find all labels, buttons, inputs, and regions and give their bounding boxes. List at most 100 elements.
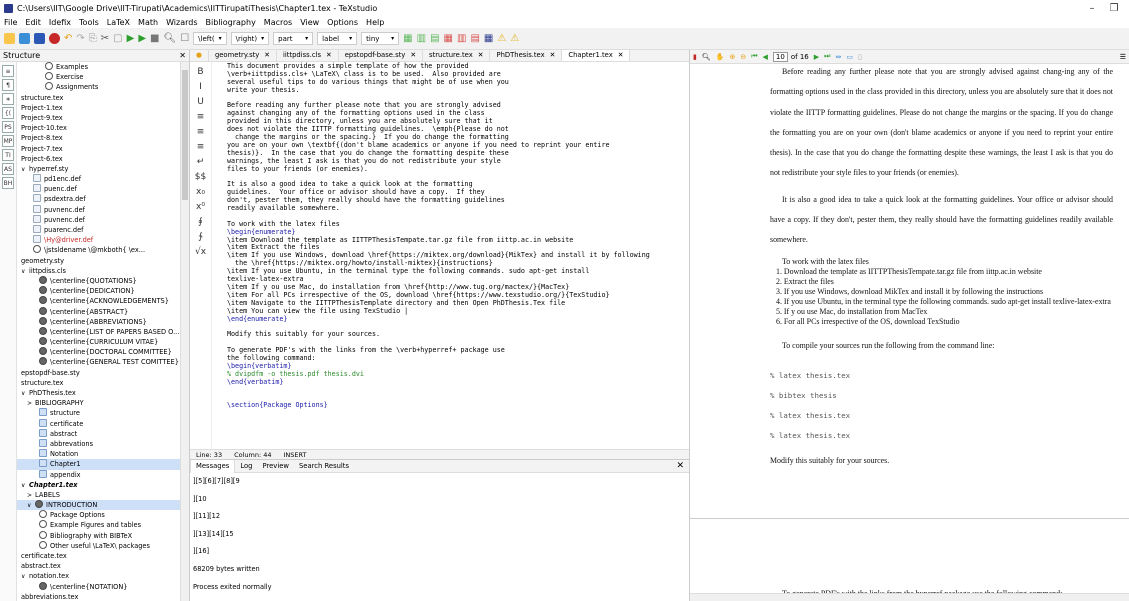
structure-scrollbar[interactable] [180, 62, 189, 601]
tab-search-results[interactable]: Search Results [294, 460, 354, 473]
menu-view[interactable]: View [300, 18, 319, 27]
menu-bibliography[interactable]: Bibliography [206, 18, 256, 27]
format-icon[interactable]: U [194, 95, 208, 109]
fit-page-icon[interactable]: ▭ [846, 53, 853, 61]
chevron-down-icon[interactable]: ∨ [21, 267, 29, 276]
menu-help[interactable]: Help [366, 18, 384, 27]
tree-item[interactable]: abstract [17, 428, 180, 439]
format-icon[interactable]: ↵ [194, 155, 208, 169]
tree-item[interactable]: puenc.def [17, 184, 180, 194]
paste-icon[interactable]: ▢ [113, 32, 122, 46]
format-icon[interactable]: x₀ [194, 185, 208, 199]
tree-item[interactable]: ∨ Chapter1.tex [17, 480, 180, 490]
editor-tab[interactable]: geometry.sty ✕ [209, 50, 277, 61]
editor-tab[interactable]: epstopdf-base.sty ✕ [339, 50, 424, 61]
editor-tab[interactable]: PhDThesis.tex ✕ [490, 50, 563, 61]
editor-tab[interactable]: structure.tex ✕ [423, 50, 491, 61]
first-page-icon[interactable]: ⏮ [751, 52, 757, 61]
pdf-scrollbar[interactable] [690, 593, 1129, 601]
tree-item[interactable]: Package Options [17, 510, 180, 520]
chevron-down-icon[interactable]: ∨ [21, 389, 29, 398]
side-tool-icon[interactable]: TI [2, 149, 14, 161]
pdf-page[interactable]: Before reading any further please note t… [690, 64, 1129, 601]
tree-item[interactable]: epstopdf-base.sty [17, 368, 180, 378]
table-icon[interactable]: ▦ [403, 32, 412, 46]
chevron-down-icon[interactable]: ∨ [21, 165, 29, 174]
chevron-down-icon[interactable]: ∨ [21, 572, 29, 581]
tree-item[interactable]: \centerline{GENERAL TEST COMITTEE} [17, 357, 180, 367]
tree-item[interactable]: > BIBLIOGRAPHY [17, 398, 180, 408]
menu-file[interactable]: File [4, 18, 17, 27]
save-icon[interactable] [34, 32, 45, 46]
tree-item[interactable]: Other useful \LaTeX\ packages [17, 540, 180, 551]
editor-tab[interactable]: Chapter1.tex ✕ [562, 50, 631, 61]
tree-item[interactable]: structure [17, 408, 180, 418]
spell-icon[interactable]: ☐ [180, 32, 189, 46]
tree-item[interactable]: Project-10.tex [17, 123, 180, 133]
format-icon[interactable]: B [194, 65, 208, 79]
close-icon[interactable]: ✕ [410, 51, 416, 59]
tree-item[interactable]: \centerline{DOCTORAL COMMITTEE} [17, 347, 180, 357]
new-file-icon[interactable] [4, 32, 15, 46]
tree-item[interactable]: Project-1.tex [17, 103, 180, 113]
compile-run-icon[interactable]: ▶ [127, 32, 135, 46]
tab-list-icon[interactable]: ● [190, 50, 209, 61]
tree-item[interactable]: Chapter1 [17, 459, 180, 470]
tree-item[interactable]: puvnenc.def [17, 204, 180, 215]
format-icon[interactable]: x⁰ [194, 200, 208, 214]
tree-item[interactable]: ∨ notation.tex [17, 571, 180, 581]
tree-item[interactable]: pd1enc.def [17, 174, 180, 184]
format-icon[interactable]: √x [194, 245, 208, 259]
side-tool-icon[interactable]: PS [2, 121, 14, 133]
close-file-icon[interactable] [49, 32, 60, 46]
tree-item[interactable]: Project-9.tex [17, 113, 180, 123]
sectioning-dropdown[interactable]: part ▾ [273, 32, 314, 45]
side-tool-icon[interactable]: ≡ [2, 65, 14, 77]
tree-item[interactable]: structure.tex [17, 93, 180, 103]
tree-item[interactable]: ∨ PhDThesis.tex [17, 388, 180, 398]
format-icon[interactable]: $$ [194, 170, 208, 184]
code-editor[interactable]: This document provides a simple template… [224, 62, 689, 449]
split-icon[interactable]: ▯ [858, 53, 862, 61]
reference-dropdown[interactable]: label ▾ [317, 32, 358, 45]
tree-item[interactable]: abbrevations [17, 438, 180, 449]
zoom-in-icon[interactable]: ⊕ [729, 53, 735, 61]
table-delete-icon[interactable]: ▦ [444, 32, 453, 46]
column-delete-icon[interactable]: ▥ [457, 32, 466, 46]
column-icon[interactable]: ▥ [417, 32, 426, 46]
tree-item[interactable]: Bibliography with BIBTeX [17, 530, 180, 541]
left-delimiter-dropdown[interactable]: \left(▾ [193, 32, 227, 45]
tree-item[interactable]: Project-6.tex [17, 154, 180, 164]
tree-item[interactable]: \centerline{ABSTRACT} [17, 306, 180, 317]
side-tool-icon[interactable]: {( [2, 107, 14, 119]
format-icon[interactable]: I [194, 80, 208, 94]
tree-item[interactable]: ∨ hyperref.sty [17, 164, 180, 174]
pdf-icon[interactable]: ▮ [693, 53, 697, 61]
tree-item[interactable]: \centerline{LIST OF PAPERS BASED O... [17, 326, 180, 337]
menu-latex[interactable]: LaTeX [107, 18, 130, 27]
tree-item[interactable]: Assignments [17, 82, 180, 92]
close-icon[interactable]: ✕ [676, 461, 684, 471]
row-delete-icon[interactable]: ▤ [470, 32, 479, 46]
redo-icon[interactable]: ↷ [76, 32, 84, 46]
tree-item[interactable]: \centerline{DEDICATION} [17, 286, 180, 296]
tree-item[interactable]: puarenc.def [17, 225, 180, 235]
zoom-icon[interactable]: 🔍︎ [702, 53, 711, 61]
scrollbar-thumb[interactable] [182, 70, 188, 200]
close-icon[interactable]: ✕ [264, 51, 270, 59]
tree-item[interactable]: certificate.tex [17, 551, 180, 561]
side-tool-icon[interactable]: ¶ [2, 79, 14, 91]
tree-item[interactable]: \centerline{CURRICULUM VITAE} [17, 337, 180, 347]
tree-item[interactable]: \centerline{ACKNOWLEDGEMENTS} [17, 296, 180, 306]
zoom-out-icon[interactable]: ⊖ [740, 53, 746, 61]
tab-preview[interactable]: Preview [257, 460, 293, 473]
fit-width-icon[interactable]: ⇔ [835, 53, 841, 61]
tree-item[interactable]: > LABELS [17, 490, 180, 500]
minimize-icon[interactable]: – [1081, 3, 1103, 14]
menu-macros[interactable]: Macros [264, 18, 292, 27]
compile-icon[interactable]: ▶ [138, 32, 146, 46]
tree-item[interactable]: \centerline{NOTATION} [17, 581, 180, 592]
chevron-down-icon[interactable]: ∨ [21, 481, 29, 490]
tree-item[interactable]: Notation [17, 449, 180, 459]
table-align-icon[interactable]: ▦ [484, 32, 493, 46]
